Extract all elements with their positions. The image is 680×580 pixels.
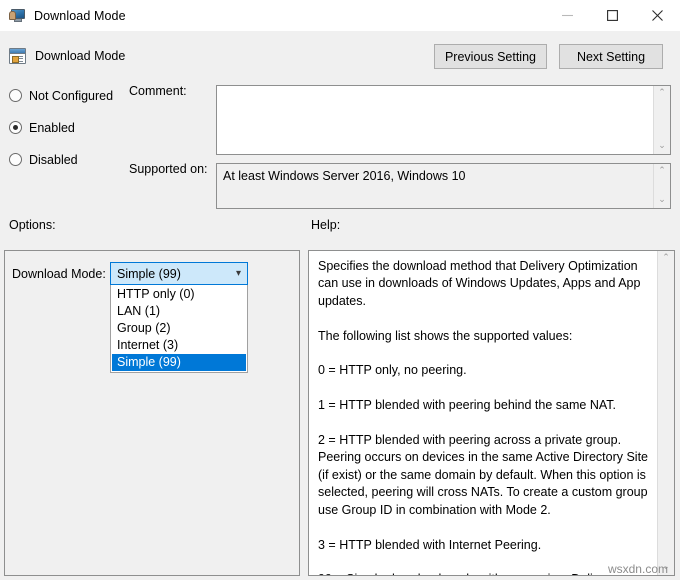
- dropdown-option-simple[interactable]: Simple (99): [112, 354, 246, 371]
- download-mode-label: Download Mode:: [12, 267, 106, 281]
- download-mode-combobox[interactable]: Simple (99) ▾: [110, 262, 248, 285]
- chevron-down-icon[interactable]: ▾: [236, 268, 241, 279]
- download-mode-dropdown-list[interactable]: HTTP only (0) LAN (1) Group (2) Internet…: [110, 285, 248, 373]
- scroll-up-icon[interactable]: ⌃: [658, 167, 666, 176]
- minimize-button[interactable]: [545, 0, 590, 31]
- window-controls: [545, 0, 680, 31]
- close-button[interactable]: [635, 0, 680, 31]
- help-label: Help:: [311, 218, 341, 232]
- policy-state-radio-group: Not Configured Enabled Disabled: [9, 84, 129, 180]
- dropdown-option-http-only[interactable]: HTTP only (0): [112, 286, 246, 303]
- comment-scrollbar[interactable]: ⌃ ⌄: [653, 86, 670, 154]
- help-scrollbar[interactable]: ⌃ ⌄: [657, 251, 674, 575]
- radio-indicator-not-configured: [9, 89, 22, 102]
- policy-setting-icon: [9, 47, 26, 64]
- comment-value[interactable]: [217, 86, 653, 154]
- next-setting-button[interactable]: Next Setting: [559, 44, 663, 69]
- help-text: Specifies the download method that Deliv…: [318, 259, 649, 575]
- scroll-up-icon[interactable]: ⌃: [662, 254, 670, 263]
- download-mode-selected-value: Simple (99): [117, 266, 181, 281]
- dropdown-option-lan[interactable]: LAN (1): [112, 303, 246, 320]
- title-bar: Download Mode: [0, 0, 680, 31]
- group-policy-setting-window: Download Mode Download Mode Previous Set…: [0, 0, 680, 580]
- radio-label-not-configured: Not Configured: [29, 88, 114, 103]
- setting-navigation-buttons: Previous Setting Next Setting: [433, 44, 663, 69]
- radio-label-enabled: Enabled: [29, 120, 75, 135]
- supported-on-scrollbar[interactable]: ⌃ ⌄: [653, 164, 670, 208]
- scroll-up-icon[interactable]: ⌃: [658, 89, 666, 98]
- radio-enabled[interactable]: Enabled: [9, 116, 129, 139]
- supported-on-textbox: At least Windows Server 2016, Windows 10…: [216, 163, 671, 209]
- previous-setting-button[interactable]: Previous Setting: [433, 44, 547, 69]
- comment-textarea[interactable]: ⌃ ⌄: [216, 85, 671, 155]
- window-title: Download Mode: [34, 8, 126, 23]
- comment-label: Comment:: [129, 84, 187, 98]
- dropdown-option-group[interactable]: Group (2): [112, 320, 246, 337]
- radio-label-disabled: Disabled: [29, 152, 78, 167]
- radio-not-configured[interactable]: Not Configured: [9, 84, 129, 107]
- supported-on-value: At least Windows Server 2016, Windows 10: [223, 169, 466, 183]
- radio-indicator-disabled: [9, 153, 22, 166]
- computer-user-icon: [9, 8, 26, 23]
- dropdown-option-internet[interactable]: Internet (3): [112, 337, 246, 354]
- site-watermark: wsxdn.com: [607, 562, 668, 576]
- radio-disabled[interactable]: Disabled: [9, 148, 129, 171]
- maximize-button[interactable]: [590, 0, 635, 31]
- options-label: Options:: [9, 218, 56, 232]
- supported-on-label: Supported on:: [129, 162, 208, 176]
- scroll-down-icon[interactable]: ⌄: [658, 142, 666, 151]
- scroll-down-icon[interactable]: ⌄: [658, 196, 666, 205]
- radio-indicator-enabled: [9, 121, 22, 134]
- help-panel: Specifies the download method that Deliv…: [308, 250, 675, 576]
- policy-title: Download Mode: [35, 48, 126, 63]
